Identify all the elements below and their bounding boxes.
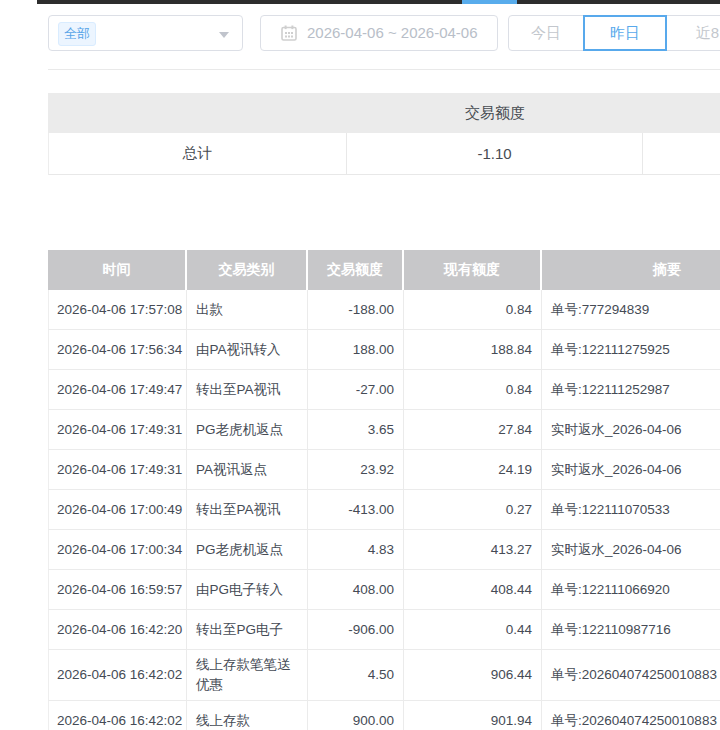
page: 全部 2026-04-06 ~ 2026-04-06 今日 昨日 近8日 交易额… (0, 0, 720, 730)
cell-type: 转出至PA视讯 (187, 370, 308, 410)
cell-time: 2026-04-06 17:00:49 (48, 490, 187, 530)
column-header-type: 交易类别 (187, 250, 308, 290)
cell-summary: 单号:122111252987 (542, 370, 720, 410)
cell-balance: 24.19 (404, 450, 542, 490)
cell-type: 出款 (187, 290, 308, 330)
cell-summary: 单号:122111070533 (542, 490, 720, 530)
cell-summary: 单号:777294839 (542, 290, 720, 330)
summary-header-amount: 交易额度 (347, 93, 643, 133)
column-header-time: 时间 (48, 250, 187, 290)
cell-time: 2026-04-06 17:57:08 (48, 290, 187, 330)
table-row: 2026-04-06 17:00:49转出至PA视讯-413.000.27单号:… (48, 490, 720, 530)
cell-time: 2026-04-06 17:00:34 (48, 530, 187, 570)
cell-summary: 实时返水_2026-04-06 (542, 410, 720, 450)
yesterday-button[interactable]: 昨日 (583, 15, 667, 51)
cell-balance: 27.84 (404, 410, 542, 450)
summary-empty-cell (643, 133, 720, 175)
table-row: 2026-04-06 16:42:02线上存款笔笔送优惠4.50906.44单号… (48, 650, 720, 701)
summary-total-row: 总计 -1.10 (48, 133, 720, 175)
cell-amount: -27.00 (308, 370, 404, 410)
summary-header-empty (48, 93, 347, 133)
table-row: 2026-04-06 16:42:20转出至PG电子-906.000.44单号:… (48, 610, 720, 650)
date-range-picker[interactable]: 2026-04-06 ~ 2026-04-06 (260, 15, 498, 51)
cell-amount: 4.50 (308, 650, 404, 701)
cell-balance: 0.84 (404, 370, 542, 410)
cell-amount: 900.00 (308, 701, 404, 730)
quick-date-button-group: 今日 昨日 近8日 (508, 15, 720, 51)
table-row: 2026-04-06 17:49:47转出至PA视讯-27.000.84单号:1… (48, 370, 720, 410)
table-row: 2026-04-06 17:56:34由PA视讯转入188.00188.84单号… (48, 330, 720, 370)
summary-header-row: 交易额度 (48, 93, 720, 133)
summary-total-label: 总计 (48, 133, 347, 175)
selected-category-tag: 全部 (58, 22, 96, 46)
cell-type: 由PG电子转入 (187, 570, 308, 610)
calendar-icon (281, 25, 297, 41)
cell-time: 2026-04-06 17:49:31 (48, 450, 187, 490)
cell-amount: -413.00 (308, 490, 404, 530)
summary-total-value: -1.10 (347, 133, 643, 175)
cell-amount: 4.83 (308, 530, 404, 570)
column-header-amount: 交易额度 (308, 250, 404, 290)
cell-type: 线上存款笔笔送优惠 (187, 650, 308, 701)
transactions-header-row: 时间 交易类别 交易额度 现有额度 摘要 (48, 250, 720, 290)
cell-type: PG老虎机返点 (187, 410, 308, 450)
cell-amount: -906.00 (308, 610, 404, 650)
cell-balance: 408.44 (404, 570, 542, 610)
cell-summary: 单号:122111275925 (542, 330, 720, 370)
divider-line (48, 69, 720, 70)
cell-time: 2026-04-06 17:49:31 (48, 410, 187, 450)
cell-time: 2026-04-06 16:59:57 (48, 570, 187, 610)
cell-summary: 单号:122110987716 (542, 610, 720, 650)
cell-time: 2026-04-06 16:42:20 (48, 610, 187, 650)
cell-type: 线上存款 (187, 701, 308, 730)
cell-summary: 单号:122111066920 (542, 570, 720, 610)
cell-balance: 0.84 (404, 290, 542, 330)
cell-balance: 0.44 (404, 610, 542, 650)
last-8-days-button[interactable]: 近8日 (660, 15, 720, 51)
table-row: 2026-04-06 17:49:31PG老虎机返点3.6527.84实时返水_… (48, 410, 720, 450)
chevron-down-icon (219, 32, 229, 38)
cell-amount: 23.92 (308, 450, 404, 490)
cell-summary: 实时返水_2026-04-06 (542, 530, 720, 570)
table-row: 2026-04-06 16:59:57由PG电子转入408.00408.44单号… (48, 570, 720, 610)
today-button[interactable]: 今日 (508, 15, 584, 51)
cell-amount: -188.00 (308, 290, 404, 330)
cell-balance: 901.94 (404, 701, 542, 730)
cell-summary: 单号:202604074250010883 (542, 650, 720, 701)
cell-amount: 3.65 (308, 410, 404, 450)
cell-time: 2026-04-06 16:42:02 (48, 650, 187, 701)
cell-type: 转出至PG电子 (187, 610, 308, 650)
top-tab-strip (37, 0, 720, 4)
category-select[interactable]: 全部 (48, 15, 243, 51)
cell-type: PA视讯返点 (187, 450, 308, 490)
cell-balance: 906.44 (404, 650, 542, 701)
column-header-summary: 摘要 (542, 250, 720, 290)
cell-type: 由PA视讯转入 (187, 330, 308, 370)
cell-time: 2026-04-06 17:49:47 (48, 370, 187, 410)
summary-table: 交易额度 总计 -1.10 (48, 93, 720, 175)
date-range-value: 2026-04-06 ~ 2026-04-06 (307, 16, 478, 50)
active-tab-indicator (462, 0, 517, 4)
table-row: 2026-04-06 17:49:31PA视讯返点23.9224.19实时返水_… (48, 450, 720, 490)
cell-time: 2026-04-06 16:42:02 (48, 701, 187, 730)
cell-amount: 188.00 (308, 330, 404, 370)
cell-time: 2026-04-06 17:56:34 (48, 330, 187, 370)
cell-balance: 0.27 (404, 490, 542, 530)
cell-type: PG老虎机返点 (187, 530, 308, 570)
summary-header-empty-2 (643, 93, 720, 133)
table-row: 2026-04-06 17:57:08出款-188.000.84单号:77729… (48, 290, 720, 330)
cell-summary: 单号:202604074250010883 (542, 701, 720, 730)
column-header-balance: 现有额度 (404, 250, 542, 290)
cell-balance: 413.27 (404, 530, 542, 570)
cell-amount: 408.00 (308, 570, 404, 610)
transactions-table: 时间 交易类别 交易额度 现有额度 摘要 2026-04-06 17:57:08… (48, 250, 720, 730)
table-row: 2026-04-06 16:42:02线上存款900.00901.94单号:20… (48, 701, 720, 730)
table-row: 2026-04-06 17:00:34PG老虎机返点4.83413.27实时返水… (48, 530, 720, 570)
cell-summary: 实时返水_2026-04-06 (542, 450, 720, 490)
cell-balance: 188.84 (404, 330, 542, 370)
cell-type: 转出至PA视讯 (187, 490, 308, 530)
